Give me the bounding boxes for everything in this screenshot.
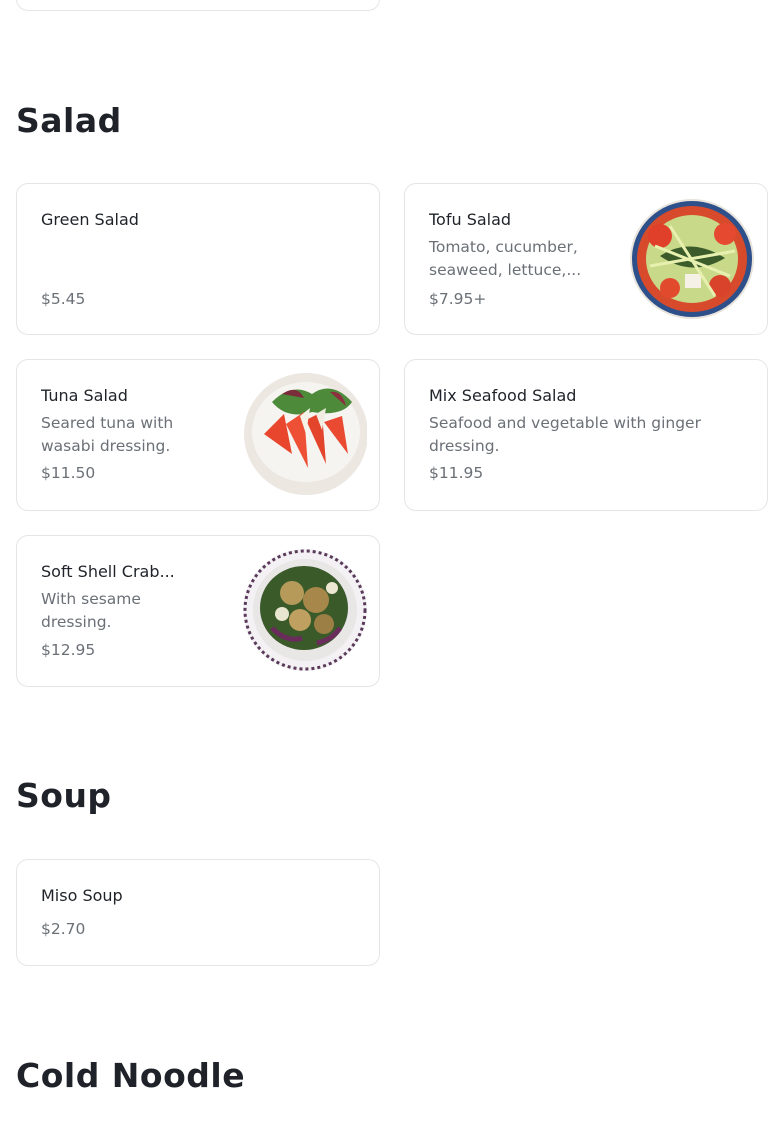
item-price: $11.95 (429, 464, 484, 482)
item-price: $5.45 (41, 290, 86, 308)
menu-item-card-tofu-salad[interactable]: Tofu Salad Tomato, cucumber, seaweed, le… (404, 183, 768, 335)
item-description: With sesame dressing. (41, 590, 141, 631)
section-title-soup: Soup (16, 776, 112, 815)
menu-item-card-mix-seafood-salad[interactable]: Mix Seafood Salad Seafood and vegetable … (404, 359, 768, 511)
item-price: $2.70 (41, 920, 86, 938)
item-name: Tofu Salad (429, 210, 512, 229)
menu-item-card-miso-soup[interactable]: Miso Soup $2.70 (16, 859, 380, 966)
item-price: $7.95+ (429, 290, 487, 308)
item-name: Soft Shell Crab... (41, 562, 175, 581)
item-name: Green Salad (41, 210, 139, 229)
item-description: Tomato, cucumber, seaweed, lettuce,... (429, 238, 582, 279)
item-price: $12.95 (41, 641, 96, 659)
item-name: Tuna Salad (41, 386, 128, 405)
section-title-cold-noodle: Cold Noodle (16, 1056, 246, 1095)
tuna-salad-photo (244, 373, 367, 495)
menu-item-card-green-salad[interactable]: Green Salad $5.45 (16, 183, 380, 335)
section-title-salad: Salad (16, 101, 122, 140)
item-name: Miso Soup (41, 886, 123, 905)
item-name: Mix Seafood Salad (429, 386, 577, 405)
tofu-salad-photo (630, 199, 754, 319)
menu-item-card-tuna-salad[interactable]: Tuna Salad Seared tuna with wasabi dress… (16, 359, 380, 511)
menu-item-card-partial[interactable] (16, 0, 380, 11)
menu-item-card-soft-shell-crab-salad[interactable]: Soft Shell Crab... With sesame dressing.… (16, 535, 380, 687)
item-price: $11.50 (41, 464, 96, 482)
item-description: Seared tuna with wasabi dressing. (41, 414, 174, 455)
soft-shell-crab-salad-photo (243, 549, 367, 671)
item-description: Seafood and vegetable with ginger dressi… (429, 414, 701, 455)
